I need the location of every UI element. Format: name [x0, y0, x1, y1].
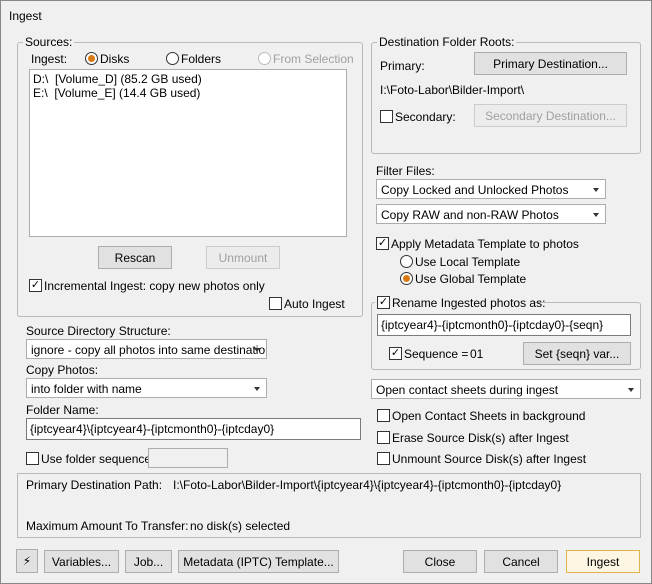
auto-ingest-label[interactable]: Auto Ingest [284, 297, 345, 311]
source-directory-value: ignore - copy all photos into same desti… [31, 343, 267, 357]
secondary-checkbox[interactable] [380, 110, 393, 123]
sequence-checkbox[interactable]: ✓ [389, 347, 402, 360]
rename-pattern-field[interactable]: {iptcyear4}-{iptcmonth0}-{iptcday0}-{seq… [377, 314, 631, 336]
use-folder-sequence-label[interactable]: Use folder sequence [41, 452, 151, 466]
unmount-button[interactable]: Unmount [206, 246, 280, 269]
primary-destination-path-value: I:\Foto-Labor\Bilder-Import\{iptcyear4}\… [173, 478, 562, 492]
rescan-button[interactable]: Rescan [98, 246, 172, 269]
apply-template-checkbox[interactable]: ✓ [376, 237, 389, 250]
filter-lock-select[interactable]: Copy Locked and Unlocked Photos [376, 179, 606, 199]
local-template-label[interactable]: Use Local Template [415, 255, 520, 269]
primary-destination-button[interactable]: Primary Destination... [474, 52, 627, 75]
unmount-source-label[interactable]: Unmount Source Disk(s) after Ingest [392, 452, 586, 466]
sequence-value: 01 [470, 347, 484, 361]
job-button[interactable]: Job... [125, 550, 172, 573]
global-template-radio[interactable] [400, 272, 413, 285]
contact-background-label[interactable]: Open Contact Sheets in background [392, 409, 585, 423]
disks-radio-label[interactable]: Disks [100, 52, 129, 66]
list-item[interactable]: E:\ [Volume_E] (14.4 GB used) [33, 86, 343, 100]
global-template-label[interactable]: Use Global Template [415, 272, 526, 286]
close-button[interactable]: Close [403, 550, 477, 573]
filter-lock-value: Copy Locked and Unlocked Photos [381, 183, 569, 197]
chevron-down-icon [593, 188, 599, 192]
rename-header: ✓ Rename Ingested photos as: [375, 295, 545, 310]
auto-ingest-checkbox[interactable] [269, 297, 282, 310]
filter-files-label: Filter Files: [376, 164, 435, 178]
folders-radio[interactable] [166, 52, 179, 65]
contact-sheets-value: Open contact sheets during ingest [376, 383, 559, 397]
incremental-ingest-checkbox[interactable]: ✓ [29, 279, 42, 292]
chevron-down-icon [254, 348, 260, 352]
max-transfer-label: Maximum Amount To Transfer: [26, 519, 189, 533]
folder-sequence-field[interactable] [148, 448, 228, 468]
contact-background-checkbox[interactable] [377, 409, 390, 422]
disks-radio[interactable] [85, 52, 98, 65]
folders-radio-label[interactable]: Folders [181, 52, 221, 66]
rename-checkbox[interactable]: ✓ [377, 296, 390, 309]
primary-destination-path-label: Primary Destination Path: [26, 478, 163, 492]
ingest-button[interactable]: Ingest [566, 550, 640, 573]
copy-photos-value: into folder with name [31, 382, 142, 396]
window-title: Ingest [1, 1, 651, 31]
chevron-down-icon [628, 388, 634, 392]
variables-button[interactable]: Variables... [44, 550, 119, 573]
metadata-template-button[interactable]: Metadata (IPTC) Template... [178, 550, 339, 573]
filter-raw-select[interactable]: Copy RAW and non-RAW Photos [376, 204, 606, 224]
ingest-dialog: Ingest Sources: Ingest: Disks Folders Fr… [0, 0, 652, 584]
lightning-button[interactable]: ⚡ [16, 549, 38, 573]
unmount-source-checkbox[interactable] [377, 452, 390, 465]
lightning-icon: ⚡ [22, 554, 32, 568]
incremental-ingest-label[interactable]: Incremental Ingest: copy new photos only [44, 279, 265, 293]
primary-label: Primary: [380, 59, 425, 73]
chevron-down-icon [254, 387, 260, 391]
list-item[interactable]: D:\ [Volume_D] (85.2 GB used) [33, 72, 343, 86]
ingest-label: Ingest: [31, 52, 68, 66]
erase-source-checkbox[interactable] [377, 431, 390, 444]
apply-template-label[interactable]: Apply Metadata Template to photos [391, 237, 579, 251]
disks-list[interactable]: D:\ [Volume_D] (85.2 GB used) E:\ [Volum… [29, 69, 347, 237]
copy-photos-label: Copy Photos: [26, 363, 99, 377]
sources-group-label: Sources: [23, 35, 75, 49]
secondary-destination-button[interactable]: Secondary Destination... [474, 104, 627, 127]
max-transfer-value: no disk(s) selected [190, 519, 291, 533]
filter-raw-value: Copy RAW and non-RAW Photos [381, 208, 559, 222]
cancel-button[interactable]: Cancel [484, 550, 558, 573]
from-selection-radio[interactable] [258, 52, 271, 65]
source-directory-select[interactable]: ignore - copy all photos into same desti… [26, 339, 267, 359]
set-seqn-button[interactable]: Set {seqn} var... [523, 342, 631, 365]
sequence-label[interactable]: Sequence = [404, 347, 468, 361]
folder-name-label: Folder Name: [26, 403, 99, 417]
folder-name-field[interactable]: {iptcyear4}\{iptcyear4}-{iptcmonth0}-{ip… [26, 418, 361, 440]
chevron-down-icon [593, 213, 599, 217]
from-selection-radio-label[interactable]: From Selection [273, 52, 354, 66]
secondary-label[interactable]: Secondary: [395, 110, 456, 124]
erase-source-label[interactable]: Erase Source Disk(s) after Ingest [392, 431, 569, 445]
rename-label[interactable]: Rename Ingested photos as: [392, 296, 545, 310]
source-directory-label: Source Directory Structure: [26, 324, 171, 338]
destination-group-label: Destination Folder Roots: [377, 35, 517, 49]
primary-path-text: I:\Foto-Labor\Bilder-Import\ [380, 83, 525, 97]
copy-photos-select[interactable]: into folder with name [26, 378, 267, 398]
contact-sheets-select[interactable]: Open contact sheets during ingest [371, 379, 641, 399]
local-template-radio[interactable] [400, 255, 413, 268]
use-folder-sequence-checkbox[interactable] [26, 452, 39, 465]
